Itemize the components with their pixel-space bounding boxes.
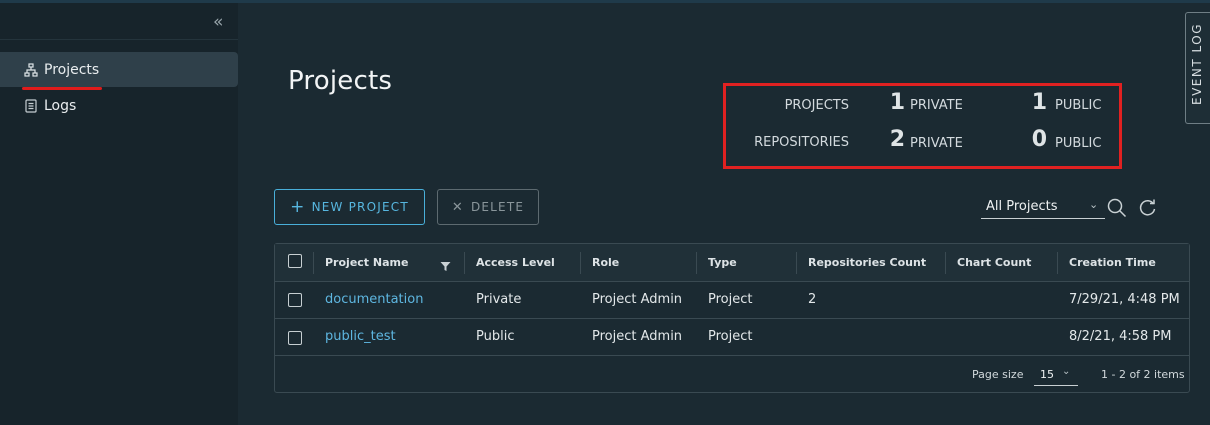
column-separator bbox=[796, 252, 797, 274]
refresh-icon[interactable] bbox=[1137, 197, 1159, 219]
projects-stat-label: PROJECTS bbox=[784, 98, 849, 113]
projects-table: Project Name Access Level Role Type Repo… bbox=[274, 243, 1190, 393]
column-header-type[interactable]: Type bbox=[708, 256, 737, 269]
table-row: documentation Private Project Admin Proj… bbox=[275, 281, 1189, 319]
page-title: Projects bbox=[288, 66, 393, 96]
column-header-role[interactable]: Role bbox=[592, 256, 619, 269]
delete-label: DELETE bbox=[470, 200, 525, 214]
type-cell: Project bbox=[708, 329, 753, 344]
new-project-button[interactable]: + NEW PROJECT bbox=[274, 189, 425, 225]
sidebar-item-logs[interactable]: Logs bbox=[0, 88, 238, 123]
repositories-public-count: 0 bbox=[1031, 127, 1047, 152]
public-label: PUBLIC bbox=[1055, 136, 1102, 151]
private-label: PRIVATE bbox=[910, 98, 963, 113]
close-icon: ✕ bbox=[451, 199, 464, 215]
page-size-select[interactable]: 15 ⌄ bbox=[1034, 364, 1078, 386]
column-separator bbox=[313, 252, 314, 274]
collapse-sidebar-icon[interactable]: « bbox=[213, 12, 223, 32]
repositories-stat-label: REPOSITORIES bbox=[754, 135, 849, 150]
projects-public-count: 1 bbox=[1031, 90, 1047, 115]
summary-stats-box: PROJECTS 1 PRIVATE 1 PUBLIC REPOSITORIES… bbox=[723, 83, 1122, 169]
chevron-down-icon: ⌄ bbox=[1089, 198, 1099, 211]
role-cell: Project Admin bbox=[592, 292, 683, 307]
column-header-creation-time[interactable]: Creation Time bbox=[1069, 256, 1156, 269]
logs-document-icon bbox=[24, 98, 38, 113]
pagination-range: 1 - 2 of 2 items bbox=[1101, 368, 1185, 381]
repositories-count-cell: 2 bbox=[808, 292, 817, 307]
row-checkbox[interactable] bbox=[288, 331, 302, 345]
column-header-repositories-count[interactable]: Repositories Count bbox=[808, 256, 926, 269]
column-separator bbox=[464, 252, 465, 274]
column-header-access-level[interactable]: Access Level bbox=[476, 256, 555, 269]
private-label: PRIVATE bbox=[910, 136, 963, 151]
repositories-private-count: 2 bbox=[889, 127, 905, 152]
role-cell: Project Admin bbox=[592, 329, 683, 344]
event-log-label: EVENT LOG bbox=[1190, 23, 1204, 105]
access-level-cell: Private bbox=[476, 292, 522, 307]
filter-value: All Projects bbox=[986, 199, 1058, 214]
project-name-link[interactable]: documentation bbox=[325, 292, 423, 307]
page-size-label: Page size bbox=[972, 368, 1024, 381]
column-separator bbox=[945, 252, 946, 274]
project-name-link[interactable]: public_test bbox=[325, 329, 396, 344]
projects-private-count: 1 bbox=[889, 90, 905, 115]
row-checkbox[interactable] bbox=[288, 293, 302, 307]
sidebar-item-label: Projects bbox=[44, 61, 100, 78]
column-header-chart-count[interactable]: Chart Count bbox=[957, 256, 1031, 269]
chevron-down-icon: ⌄ bbox=[1062, 366, 1071, 377]
select-all-checkbox[interactable] bbox=[288, 254, 302, 268]
sidebar-item-projects[interactable]: Projects bbox=[0, 52, 238, 87]
column-separator bbox=[696, 252, 697, 274]
project-filter-select[interactable]: All Projects ⌄ bbox=[981, 197, 1105, 219]
public-label: PUBLIC bbox=[1055, 98, 1102, 113]
access-level-cell: Public bbox=[476, 329, 515, 344]
column-header-project-name[interactable]: Project Name bbox=[325, 256, 408, 269]
creation-time-cell: 7/29/21, 4:48 PM bbox=[1069, 292, 1180, 307]
filter-funnel-icon[interactable] bbox=[440, 257, 451, 276]
page-size-value: 15 bbox=[1040, 368, 1054, 381]
sidebar-item-label: Logs bbox=[44, 97, 77, 114]
search-icon[interactable] bbox=[1106, 197, 1128, 219]
column-separator bbox=[1057, 252, 1058, 274]
plus-icon: + bbox=[290, 197, 306, 217]
column-separator bbox=[580, 252, 581, 274]
table-row: public_test Public Project Admin Project… bbox=[275, 318, 1189, 356]
delete-button[interactable]: ✕ DELETE bbox=[437, 189, 539, 225]
creation-time-cell: 8/2/21, 4:58 PM bbox=[1069, 329, 1172, 344]
table-header: Project Name Access Level Role Type Repo… bbox=[275, 244, 1189, 282]
projects-tree-icon bbox=[24, 62, 38, 77]
new-project-label: NEW PROJECT bbox=[311, 200, 409, 214]
event-log-tab[interactable]: EVENT LOG bbox=[1185, 12, 1210, 124]
type-cell: Project bbox=[708, 292, 753, 307]
sidebar-divider bbox=[0, 39, 238, 40]
sidebar: « Projects Logs bbox=[0, 3, 238, 425]
